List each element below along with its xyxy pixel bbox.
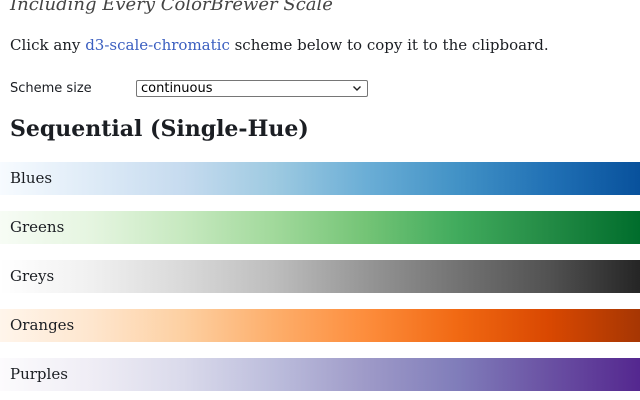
scheme-size-control: Scheme size continuous <box>10 78 380 100</box>
scheme-oranges[interactable]: Oranges <box>0 309 640 342</box>
scheme-purples[interactable]: Purples <box>0 358 640 391</box>
scheme-label: Greys <box>10 267 55 285</box>
intro-suffix: scheme below to copy it to the clipboard… <box>229 36 549 54</box>
scheme-greys[interactable]: Greys <box>0 260 640 293</box>
scheme-label: Purples <box>10 365 68 383</box>
section-title: Sequential (Single-Hue) <box>10 116 309 142</box>
scheme-greens[interactable]: Greens <box>0 211 640 244</box>
scheme-label: Greens <box>10 218 65 236</box>
chevron-down-icon <box>353 86 361 91</box>
scheme-blues[interactable]: Blues <box>0 162 640 195</box>
scheme-size-label: Scheme size <box>10 81 92 96</box>
page-subtitle: Including Every ColorBrewer Scale <box>10 0 333 15</box>
intro-text: Click any d3-scale-chromatic scheme belo… <box>10 34 549 56</box>
scheme-size-value: continuous <box>141 81 213 96</box>
intro-prefix: Click any <box>10 36 86 54</box>
scheme-size-select[interactable]: continuous <box>136 80 368 97</box>
scheme-label: Blues <box>10 169 53 187</box>
d3-scale-chromatic-link[interactable]: d3-scale-chromatic <box>85 36 230 54</box>
scheme-label: Oranges <box>10 316 75 334</box>
